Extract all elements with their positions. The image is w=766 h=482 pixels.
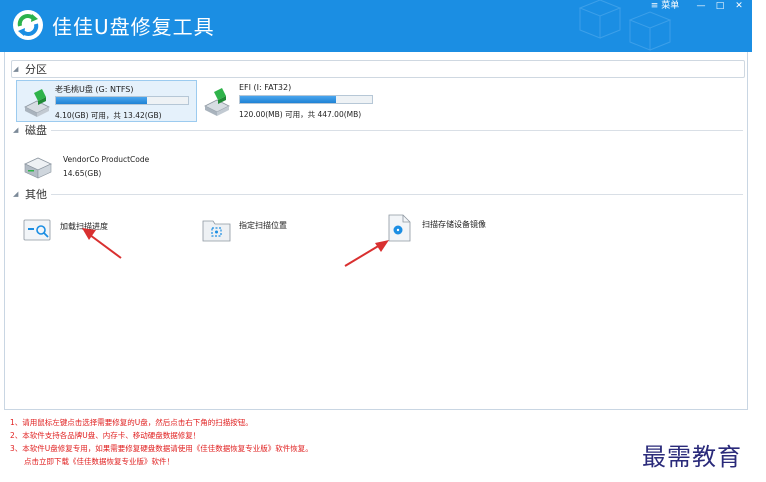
- notes-panel: 1、请用鼠标左键点击选择需要修复的U盘，然后点击右下角的扫描按钮。 2、本软件支…: [10, 416, 570, 468]
- main-panel: ◢ 分区 老毛桃U盘 (G: NTFS) 4.10(GB) 可用，共 13.42…: [4, 52, 748, 410]
- tool-label: 扫描存储设备镜像: [422, 220, 486, 229]
- partition-usage-bar: [55, 96, 189, 105]
- disk-section-header[interactable]: ◢ 磁盘: [13, 123, 47, 137]
- tool-label: 指定扫描位置: [239, 221, 287, 230]
- load-scan-progress-icon: [23, 219, 51, 241]
- disk-image-icon: [388, 214, 411, 242]
- folder-scan-icon: [202, 220, 231, 242]
- collapse-arrow-icon[interactable]: ◢: [13, 126, 25, 134]
- partition-usage-fill: [56, 97, 148, 104]
- close-button[interactable]: ✕: [731, 0, 747, 14]
- others-section-header[interactable]: ◢ 其他: [13, 187, 47, 201]
- title-bar: 佳佳U盘修复工具 ≡ 菜单 — □ ✕: [0, 0, 752, 52]
- section-divider: [51, 130, 743, 131]
- usb-drive-icon: [24, 89, 50, 117]
- partition-usage-bar: [239, 95, 373, 104]
- partition-capacity: 120.00(MB) 可用，共 447.00(MB): [239, 110, 362, 119]
- partition-item-i[interactable]: EFI (I: FAT32) 120.00(MB) 可用，共 447.00(MB…: [197, 80, 387, 122]
- specify-scan-location-button[interactable]: 指定扫描位置: [202, 215, 342, 245]
- section-label-disks: 磁盘: [25, 124, 47, 137]
- partition-item-g[interactable]: 老毛桃U盘 (G: NTFS) 4.10(GB) 可用，共 13.42(GB): [16, 80, 197, 122]
- app-title: 佳佳U盘修复工具: [52, 15, 215, 39]
- disk-name: VendorCo ProductCode: [63, 155, 150, 164]
- load-scan-progress-button[interactable]: 加载扫描进度: [23, 216, 163, 246]
- section-label-partitions: 分区: [25, 63, 47, 76]
- note-3: 3、本软件U盘修复专用，如果需要修复硬盘数据请使用《佳佳数据恢复专业版》软件恢复…: [10, 444, 313, 453]
- tool-label: 加载扫描进度: [60, 222, 108, 231]
- download-link[interactable]: 点击立即下载《佳佳数据恢复专业版》软件！: [10, 455, 570, 468]
- disk-item[interactable]: VendorCo ProductCode 14.65(GB): [21, 152, 221, 186]
- partition-capacity: 4.10(GB) 可用，共 13.42(GB): [55, 111, 162, 120]
- note-1: 1、请用鼠标左键点击选择需要修复的U盘，然后点击右下角的扫描按钮。: [10, 418, 253, 427]
- partition-name: EFI (I: FAT32): [239, 83, 292, 92]
- menu-button[interactable]: ≡ 菜单: [643, 0, 687, 14]
- section-label-others: 其他: [25, 188, 47, 201]
- watermark-text: 最需教育: [642, 443, 742, 471]
- note-2: 2、本软件支持各品牌U盘、内存卡、移动硬盘数据修复！: [10, 431, 201, 440]
- scan-device-image-button[interactable]: 扫描存储设备镜像: [385, 214, 545, 244]
- partition-section-frame: [11, 60, 745, 78]
- hard-disk-icon: [24, 157, 52, 179]
- disk-size: 14.65(GB): [63, 169, 102, 178]
- partition-name: 老毛桃U盘 (G: NTFS): [55, 85, 134, 94]
- section-divider: [51, 194, 743, 195]
- collapse-arrow-icon[interactable]: ◢: [13, 65, 25, 73]
- partition-section-header[interactable]: ◢ 分区: [13, 62, 47, 76]
- usb-drive-icon: [204, 88, 230, 116]
- maximize-button[interactable]: □: [712, 0, 728, 14]
- collapse-arrow-icon[interactable]: ◢: [13, 190, 25, 198]
- minimize-button[interactable]: —: [693, 0, 709, 14]
- partition-usage-fill: [240, 96, 337, 103]
- app-logo-icon: [13, 10, 43, 40]
